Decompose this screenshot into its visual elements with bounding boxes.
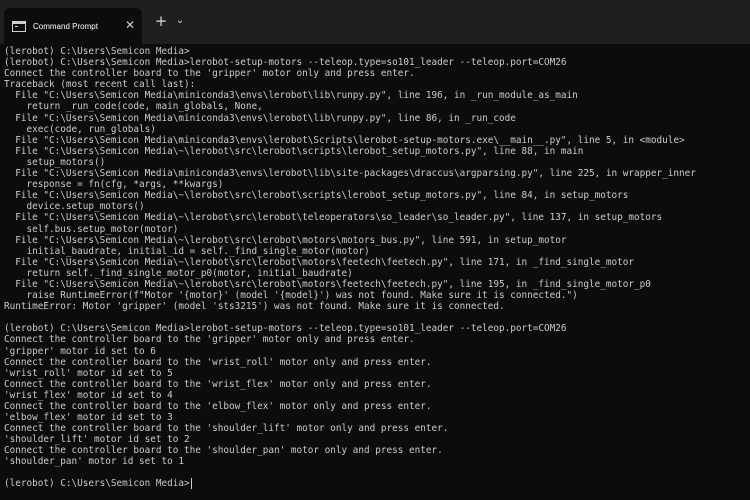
- close-tab-icon[interactable]: ✕: [122, 17, 138, 33]
- terminal-line: File "C:\Users\Semicon Media\~\lerobot\s…: [4, 145, 584, 157]
- terminal-line: RuntimeError: Motor 'gripper' (model 'st…: [4, 301, 505, 313]
- terminal-line: (lerobot) C:\Users\Semicon Media>lerobot…: [4, 323, 567, 335]
- terminal-line: 'wrist_roll' motor id set to 5: [4, 367, 173, 379]
- command-line[interactable]: (lerobot) C:\Users\Semicon Media>: [4, 478, 192, 490]
- terminal-line: Connect the controller board to the 'wri…: [4, 356, 432, 368]
- terminal-line: File "C:\Users\Semicon Media\miniconda3\…: [4, 168, 696, 180]
- terminal-line: File "C:\Users\Semicon Media\miniconda3\…: [4, 90, 578, 102]
- terminal-line: File "C:\Users\Semicon Media\~\lerobot\s…: [4, 256, 635, 268]
- terminal-line: Connect the controller board to the 'gri…: [4, 68, 415, 80]
- terminal-line: 'shoulder_pan' motor id set to 1: [4, 456, 185, 468]
- terminal-output[interactable]: (lerobot) C:\Users\Semicon Media> (lerobo…: [4, 46, 748, 496]
- terminal-icon: [12, 20, 26, 32]
- terminal-line: self.bus.setup_motor(motor): [4, 223, 179, 235]
- terminal-line: File "C:\Users\Semicon Media\miniconda3\…: [4, 134, 685, 146]
- terminal-line: (lerobot) C:\Users\Semicon Media>lerobot…: [4, 57, 567, 69]
- terminal-line: Connect the controller board to the 'elb…: [4, 401, 432, 412]
- title-bar: Command Prompt ✕ + ⌄: [0, 0, 750, 44]
- terminal-line: initial_baudrate, initial_id = self._fin…: [4, 245, 370, 257]
- chevron-down-icon[interactable]: ⌄: [173, 12, 187, 30]
- new-tab-button[interactable]: +: [152, 12, 170, 30]
- prompt-text: (lerobot) C:\Users\Semicon Media>: [4, 478, 190, 489]
- terminal-line: File "C:\Users\Semicon Media\~\lerobot\s…: [4, 190, 629, 202]
- command-prompt-window: Command Prompt ✕ + ⌄ (lerobot) C:\Users\…: [0, 0, 750, 500]
- terminal-line: Connect the controller board to the 'gri…: [4, 334, 415, 346]
- terminal-line: Traceback (most recent call last):: [4, 79, 196, 91]
- terminal-line: 'shoulder_lift' motor id set to 2: [4, 434, 190, 446]
- terminal-line: 'gripper' motor id set to 6: [4, 345, 156, 357]
- terminal-line: File "C:\Users\Semicon Media\~\lerobot\s…: [4, 212, 663, 224]
- terminal-line: raise RuntimeError(f"Motor '{motor}' (mo…: [4, 290, 578, 302]
- terminal-line: 'wrist_flex' motor id set to 4: [4, 389, 173, 401]
- terminal-line: return self._find_single_motor_p0(motor,…: [4, 267, 353, 279]
- terminal-line: File "C:\Users\Semicon Media\~\lerobot\s…: [4, 234, 567, 246]
- terminal-line: (lerobot) C:\Users\Semicon Media>: [4, 46, 190, 57]
- terminal-line: Connect the controller board to the 'sho…: [4, 423, 449, 435]
- tab-command-prompt[interactable]: Command Prompt ✕: [4, 8, 142, 44]
- text-cursor: [190, 478, 192, 490]
- terminal-line: exec(code, run_globals): [4, 123, 156, 135]
- terminal-line: device.setup_motors(): [4, 201, 145, 213]
- terminal-line: setup_motors(): [4, 156, 106, 168]
- terminal-line: Connect the controller board to the 'wri…: [4, 378, 432, 390]
- terminal-line: File "C:\Users\Semicon Media\miniconda3\…: [4, 112, 516, 124]
- terminal-line: 'elbow_flex' motor id set to 3: [4, 412, 173, 424]
- tab-title: Command Prompt: [33, 21, 98, 31]
- terminal-line: Connect the controller board to the 'sho…: [4, 445, 443, 457]
- terminal-line: return _run_code(code, main_globals, Non…: [4, 101, 263, 113]
- terminal-line: File "C:\Users\Semicon Media\~\lerobot\s…: [4, 278, 651, 290]
- terminal-line: response = fn(cfg, *args, **kwargs): [4, 179, 224, 191]
- scrollbar[interactable]: [744, 44, 750, 500]
